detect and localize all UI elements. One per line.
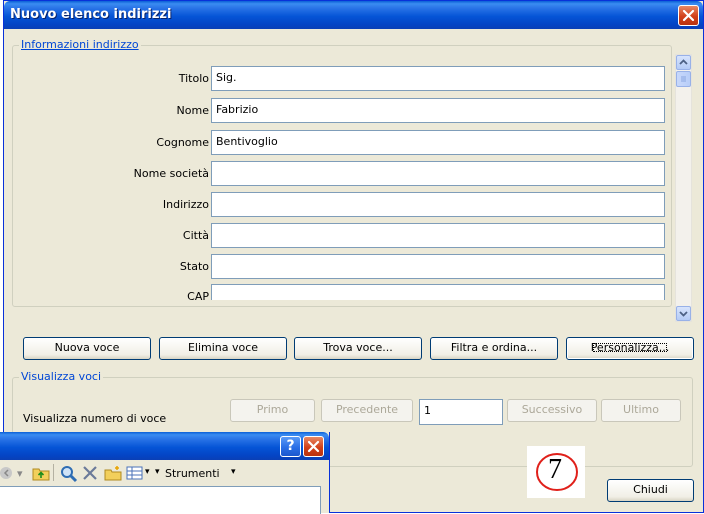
cap-input[interactable] bbox=[211, 284, 665, 300]
field-label-nome-societa: Nome società bbox=[133, 167, 209, 180]
dialog-title: Nuovo elenco indirizzi bbox=[10, 7, 172, 22]
step-marker: 7 bbox=[527, 446, 585, 498]
last-button[interactable]: Ultimo bbox=[601, 399, 681, 422]
new-folder-icon[interactable] bbox=[104, 465, 122, 484]
secondary-toolbar: ▾ ▾ ▾ Strumenti ▾ bbox=[0, 460, 329, 486]
delete-entry-button[interactable]: Elimina voce bbox=[159, 337, 287, 360]
folder-up-icon[interactable] bbox=[32, 465, 50, 484]
citta-input[interactable] bbox=[211, 223, 665, 248]
close-icon[interactable] bbox=[678, 5, 699, 26]
customize-button[interactable]: Personalizza... bbox=[566, 337, 694, 360]
toolbar-separator bbox=[53, 464, 54, 481]
entry-number-input[interactable]: 1 bbox=[419, 399, 503, 425]
close-icon[interactable] bbox=[303, 436, 324, 457]
search-icon[interactable] bbox=[60, 465, 78, 486]
tools-dropdown-icon[interactable]: ▾ bbox=[155, 467, 160, 477]
scroll-thumb[interactable] bbox=[676, 71, 691, 87]
fields-scrollbar[interactable] bbox=[675, 54, 692, 322]
field-row-cap: CAP bbox=[13, 284, 673, 300]
field-label-citta: Città bbox=[182, 229, 209, 242]
views-dropdown-icon[interactable]: ▾ bbox=[145, 467, 150, 477]
next-button[interactable]: Successivo bbox=[507, 399, 597, 422]
field-label-indirizzo: Indirizzo bbox=[162, 198, 209, 211]
close-button[interactable]: Chiudi bbox=[607, 479, 694, 502]
scroll-down-icon[interactable] bbox=[676, 306, 691, 321]
field-row-titolo: Titolo Sig. bbox=[13, 66, 673, 91]
find-entry-button[interactable]: Trova voce... bbox=[294, 337, 422, 360]
field-row-citta: Città bbox=[13, 223, 673, 248]
step-number: 7 bbox=[548, 454, 562, 485]
field-row-cognome: Cognome Bentivoglio bbox=[13, 130, 673, 155]
field-label-cap: CAP bbox=[187, 290, 209, 300]
secondary-window: ? ▾ ▾ ▾ Strumenti ▾ bbox=[0, 432, 330, 514]
address-info-legend: Informazioni indirizzo bbox=[19, 38, 141, 51]
address-info-group: Informazioni indirizzo Titolo Sig. Nome … bbox=[12, 38, 673, 307]
field-row-stato: Stato bbox=[13, 254, 673, 279]
new-entry-button[interactable]: Nuova voce bbox=[23, 337, 151, 360]
scroll-up-icon[interactable] bbox=[676, 55, 691, 70]
cognome-input[interactable]: Bentivoglio bbox=[211, 130, 665, 155]
previous-button[interactable]: Precedente bbox=[321, 399, 413, 422]
titolo-input[interactable]: Sig. bbox=[211, 66, 665, 91]
tools-menu-arrow-icon[interactable]: ▾ bbox=[231, 467, 236, 477]
secondary-titlebar[interactable]: ? bbox=[0, 432, 329, 460]
back-icon[interactable] bbox=[0, 465, 16, 484]
first-button[interactable]: Primo bbox=[230, 399, 315, 422]
stato-input[interactable] bbox=[211, 254, 665, 279]
dialog-titlebar[interactable]: Nuovo elenco indirizzi bbox=[4, 1, 703, 29]
field-row-indirizzo: Indirizzo bbox=[13, 192, 673, 217]
field-label-stato: Stato bbox=[179, 260, 209, 273]
delete-icon[interactable] bbox=[82, 465, 98, 484]
field-label-titolo: Titolo bbox=[178, 72, 209, 85]
nome-societa-input[interactable] bbox=[211, 161, 665, 186]
views-icon[interactable] bbox=[126, 465, 143, 484]
tools-menu[interactable]: Strumenti bbox=[165, 467, 220, 480]
field-row-nome: Nome Fabrizio bbox=[13, 98, 673, 123]
view-entries-legend: Visualizza voci bbox=[19, 370, 104, 383]
nome-input[interactable]: Fabrizio bbox=[211, 98, 665, 123]
view-entry-number-label: Visualizza numero di voce bbox=[23, 412, 167, 425]
field-label-nome: Nome bbox=[176, 104, 209, 117]
indirizzo-input[interactable] bbox=[211, 192, 665, 217]
field-label-cognome: Cognome bbox=[156, 136, 209, 149]
help-icon[interactable]: ? bbox=[280, 436, 301, 457]
back-dropdown-icon[interactable]: ▾ bbox=[17, 467, 23, 480]
field-row-nome-societa: Nome società bbox=[13, 161, 673, 186]
filter-sort-button[interactable]: Filtra e ordina... bbox=[430, 337, 558, 360]
secondary-content bbox=[0, 486, 321, 514]
